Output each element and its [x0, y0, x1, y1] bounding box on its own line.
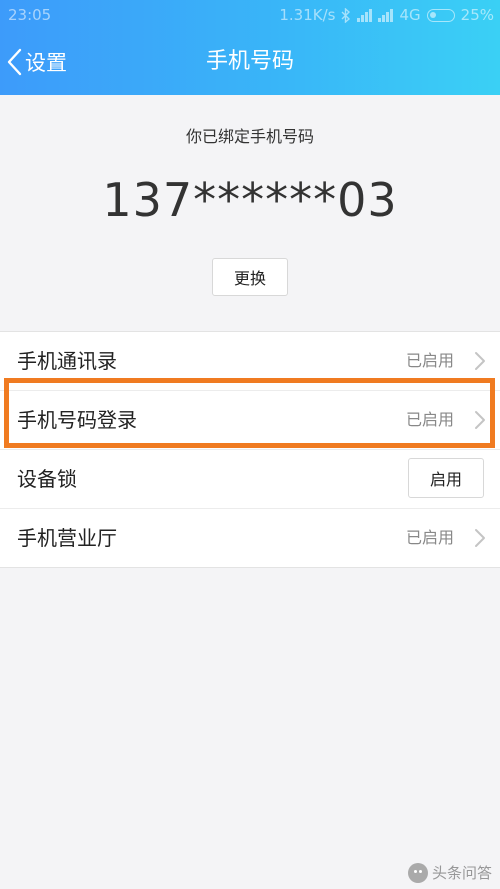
phone-settings-list: 手机通讯录 已启用 手机号码登录 已启用 设备锁 启用 手机营业厅 已启用 — [0, 331, 500, 568]
setting-status: 已启用 — [405, 528, 454, 547]
back-button[interactable]: 设置 — [6, 44, 67, 80]
chevron-right-icon — [475, 411, 485, 429]
battery-icon — [426, 8, 455, 22]
enable-device-lock-button[interactable]: 启用 — [408, 458, 484, 498]
chevron-right-icon — [475, 352, 485, 370]
status-bar: 23:05 1.31K/s 4G 25% — [0, 0, 500, 32]
back-label: 设置 — [25, 51, 67, 75]
setting-label: 设备锁 — [17, 467, 77, 491]
bound-phone-section: 你已绑定手机号码 137******03 更换 — [0, 95, 500, 330]
watermark-text: 头条问答 — [431, 864, 492, 882]
setting-label: 手机号码登录 — [17, 408, 137, 432]
watermark-icon — [407, 862, 428, 883]
chevron-left-icon — [7, 48, 22, 76]
status-indicators: 1.31K/s 4G 25% — [279, 6, 494, 24]
setting-row-mobile-hall[interactable]: 手机营业厅 已启用 — [0, 509, 500, 567]
network-type: 4G — [399, 6, 421, 24]
chevron-right-icon — [475, 529, 485, 547]
signal-icon — [357, 8, 373, 22]
page-title: 手机号码 — [205, 49, 294, 74]
change-number-button[interactable]: 更换 — [212, 258, 288, 296]
setting-status: 已启用 — [405, 410, 454, 429]
bluetooth-icon — [341, 7, 351, 23]
bound-phone-number: 137******03 — [102, 173, 398, 227]
setting-status: 已启用 — [405, 351, 454, 370]
setting-label: 手机营业厅 — [17, 526, 117, 550]
top-header: 23:05 1.31K/s 4G 25% 设置 手机号码 — [0, 0, 500, 95]
bound-phone-caption: 你已绑定手机号码 — [185, 127, 314, 146]
signal-icon-secondary — [378, 8, 394, 22]
setting-label: 手机通讯录 — [17, 349, 117, 373]
watermark: 头条问答 — [407, 862, 492, 883]
status-time: 23:05 — [8, 6, 52, 24]
setting-row-contacts[interactable]: 手机通讯录 已启用 — [0, 332, 500, 391]
setting-row-device-lock: 设备锁 启用 — [0, 450, 500, 509]
setting-row-phone-login[interactable]: 手机号码登录 已启用 — [0, 391, 500, 450]
network-speed: 1.31K/s — [279, 6, 336, 24]
battery-level: 25% — [460, 6, 494, 24]
